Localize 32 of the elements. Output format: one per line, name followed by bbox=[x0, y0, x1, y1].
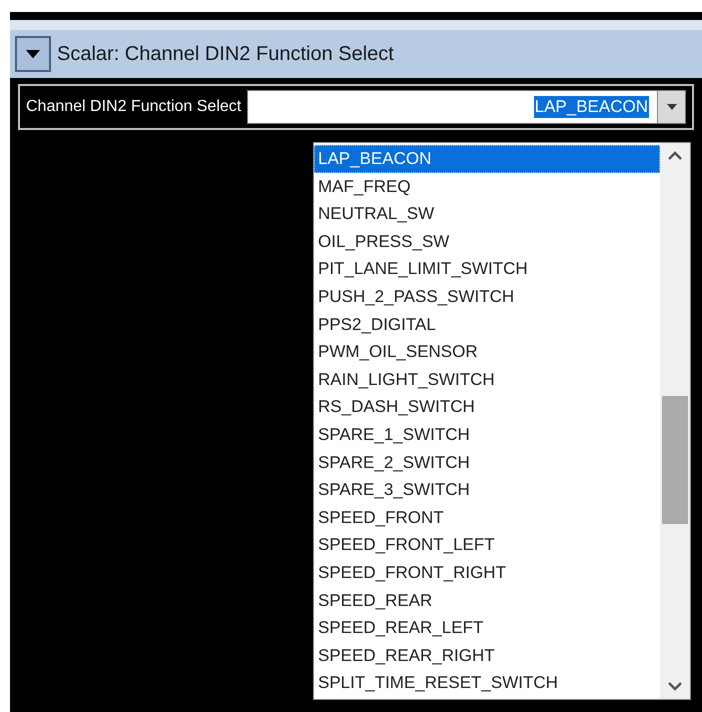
caret-icon bbox=[666, 104, 676, 110]
list-item[interactable]: SPLIT_TIME_RESET_SWITCH bbox=[314, 669, 660, 697]
scroll-thumb[interactable] bbox=[662, 396, 688, 524]
function-select[interactable]: LAP_BEACON bbox=[247, 90, 686, 124]
list-item[interactable]: SPARE_2_SWITCH bbox=[314, 448, 660, 476]
list-item[interactable]: LAP_BEACON bbox=[314, 145, 660, 173]
scroll-up-icon[interactable] bbox=[668, 151, 682, 160]
scroll-down-icon[interactable] bbox=[668, 682, 682, 691]
list-item[interactable]: PUSH_2_PASS_SWITCH bbox=[314, 282, 660, 311]
list-item[interactable]: SPEED_REAR bbox=[314, 586, 660, 614]
list-item[interactable]: PWM_OIL_SENSOR bbox=[314, 338, 660, 366]
dropdown-button[interactable] bbox=[657, 91, 685, 123]
list-item[interactable]: SPEED_REAR_LEFT bbox=[314, 614, 660, 642]
collapse-button[interactable] bbox=[15, 36, 51, 72]
list-item[interactable]: SPEED_FRONT_RIGHT bbox=[314, 558, 660, 586]
caret-icon bbox=[26, 50, 40, 58]
list-item[interactable]: SPEED_REAR_RIGHT bbox=[314, 642, 660, 670]
list-item[interactable]: SPEED_FRONT_LEFT bbox=[314, 531, 660, 559]
panel-title: Scalar: Channel DIN2 Function Select bbox=[57, 42, 394, 66]
list-item[interactable]: PPS2_DIGITAL bbox=[314, 310, 660, 338]
list-item[interactable]: MAF_FREQ bbox=[314, 172, 660, 200]
field-value: LAP_BEACON bbox=[534, 96, 649, 118]
list-item[interactable]: SPEED_FRONT bbox=[314, 504, 660, 532]
list-item[interactable]: RAIN_LIGHT_SWITCH bbox=[314, 366, 660, 394]
list-item[interactable]: NEUTRAL_SW bbox=[314, 200, 660, 228]
scrollbar[interactable] bbox=[660, 143, 690, 699]
list-item[interactable]: RS_DASH_SWITCH bbox=[314, 393, 660, 421]
list-item[interactable]: OIL_PRESS_SW bbox=[314, 228, 660, 256]
field-label: Channel DIN2 Function Select bbox=[26, 98, 242, 116]
list-item[interactable]: PIT_LANE_LIMIT_SWITCH bbox=[314, 255, 660, 283]
list-item[interactable]: SPARE_3_SWITCH bbox=[314, 476, 660, 504]
list-item[interactable]: SPARE_1_SWITCH bbox=[314, 420, 660, 449]
